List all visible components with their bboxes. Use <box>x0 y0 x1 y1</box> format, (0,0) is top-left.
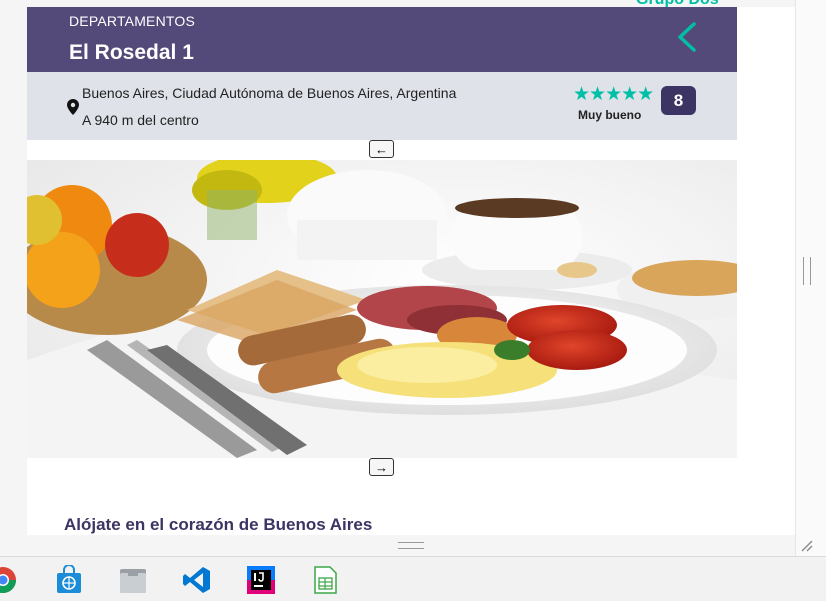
product-header: DEPARTAMENTOS El Rosedal 1 <box>27 7 737 72</box>
browser-window: Grupo Dos DEPARTAMENTOS El Rosedal 1 Bue… <box>0 0 826 556</box>
chrome-icon[interactable] <box>0 565 18 595</box>
intellij-icon[interactable] <box>246 565 276 595</box>
horizontal-resize-handle[interactable] <box>398 542 424 549</box>
star-rating: ★★★★★ <box>573 84 654 105</box>
back-chevron-icon[interactable] <box>672 19 702 55</box>
resize-corner-icon[interactable] <box>799 538 813 552</box>
spreadsheet-icon[interactable] <box>310 565 340 595</box>
section-heading: Alójate en el corazón de Buenos Aires <box>64 515 373 534</box>
score-badge: 8 <box>661 86 696 115</box>
gallery-image <box>27 160 737 458</box>
taskbar <box>0 556 826 601</box>
rating-label: Muy bueno <box>578 108 642 122</box>
location-pin-icon <box>67 99 79 115</box>
vscode-icon[interactable] <box>182 565 212 595</box>
distance-text: A 940 m del centro <box>82 112 199 128</box>
page-title: El Rosedal 1 <box>69 41 194 64</box>
vertical-resize-handle[interactable] <box>803 257 811 285</box>
address-text: Buenos Aires, Ciudad Autónoma de Buenos … <box>82 85 457 101</box>
gallery-prev-button[interactable]: ← <box>369 140 394 158</box>
category-label: DEPARTAMENTOS <box>69 13 196 29</box>
product-page: DEPARTAMENTOS El Rosedal 1 Buenos Aires,… <box>27 7 795 535</box>
gallery-next-button[interactable]: → <box>369 458 394 476</box>
store-icon[interactable] <box>54 565 84 595</box>
location-bar: Buenos Aires, Ciudad Autónoma de Buenos … <box>27 72 737 140</box>
files-icon[interactable] <box>118 565 148 595</box>
